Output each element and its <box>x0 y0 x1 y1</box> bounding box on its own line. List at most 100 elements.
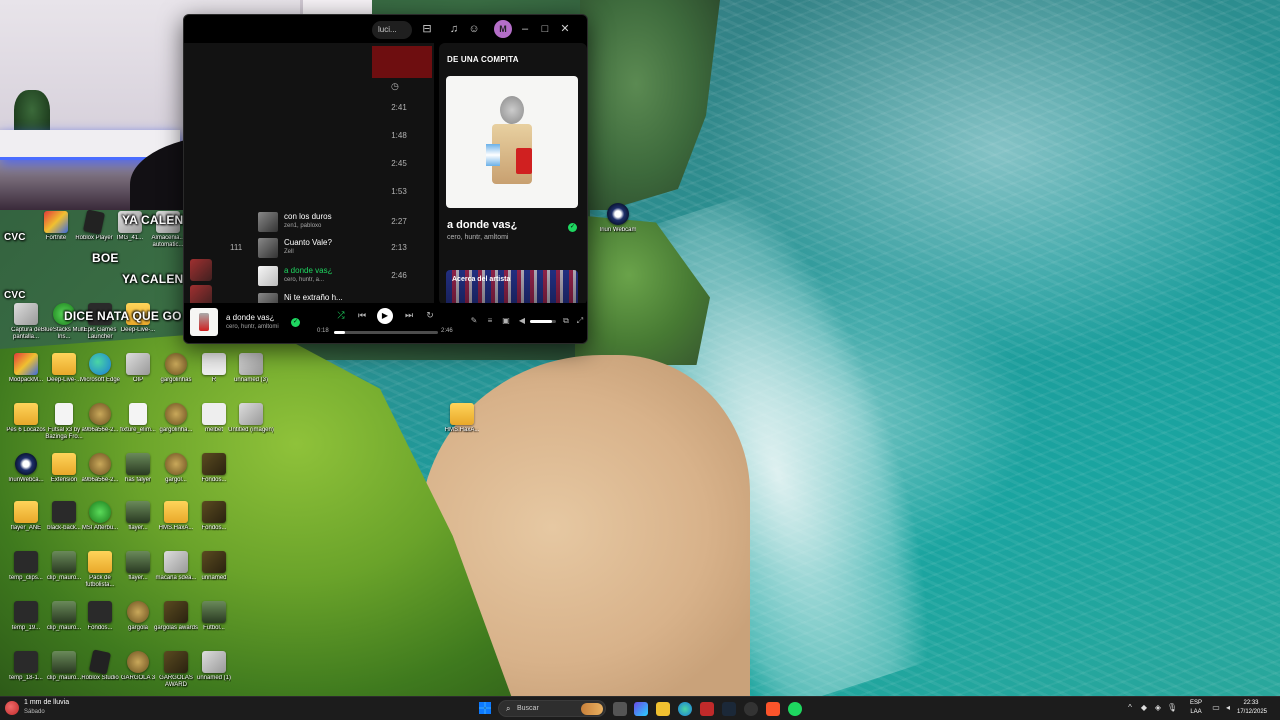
start-button[interactable] <box>479 702 491 714</box>
saved-check-icon[interactable]: ✓ <box>568 223 577 232</box>
player-track-artists[interactable]: cero, huntr, amltomi <box>226 324 279 330</box>
desktop-icon-label: R <box>211 377 217 383</box>
desktop-icon-label: Deep-Live-... <box>120 327 156 333</box>
elapsed-time: 0:18 <box>317 328 329 334</box>
taskbar-search[interactable]: ⌕ Buscar <box>498 700 606 717</box>
desktop-icon-label: flayer... <box>128 525 148 531</box>
track-duration: 2:13 <box>391 243 407 252</box>
spotify-window: luci... ⊟ ♫ ☺ M – □ ✕ ◷ 2:41 1:48 2:45 1… <box>183 14 588 344</box>
char-icon <box>126 551 150 573</box>
volume-icon[interactable]: ◀ <box>516 316 528 325</box>
saved-check-icon[interactable]: ✓ <box>291 318 300 327</box>
copilot-icon[interactable] <box>634 702 648 716</box>
desktop-icon[interactable]: Deep-Live-... <box>112 300 164 352</box>
close-button[interactable]: ✕ <box>558 23 572 35</box>
search-placeholder: Buscar <box>517 705 539 712</box>
connect-device-icon[interactable]: ▣ <box>500 316 512 325</box>
miniplayer-icon[interactable]: ⧉ <box>560 316 572 326</box>
weather-icon[interactable] <box>5 701 19 715</box>
desktop-icon-label: gargol... <box>165 477 187 483</box>
profile-avatar[interactable]: M <box>494 20 512 38</box>
clock-time[interactable]: 22:33 <box>1236 700 1266 706</box>
spotify-icon[interactable] <box>788 702 802 716</box>
language-indicator[interactable]: ESP <box>1185 700 1207 706</box>
previous-icon[interactable]: ⏮ <box>356 310 368 321</box>
weather-day[interactable]: Sábado <box>24 709 45 715</box>
desktop-icon[interactable]: unnamed <box>188 548 240 600</box>
track-row[interactable]: 111 Cuanto Vale? Zell 2:13 <box>184 237 434 259</box>
img-icon <box>164 551 188 573</box>
desktop-icon-label: has falyer <box>124 477 151 483</box>
desktop-icon-label: IMG_41... <box>116 235 144 241</box>
track-duration: 2:45 <box>391 159 407 168</box>
desktop-icon-label: Fondos... <box>201 525 227 531</box>
brave-icon[interactable] <box>766 702 780 716</box>
track-row[interactable]: con los duros zen1, pabloxo 2:27 <box>184 211 434 233</box>
search-input[interactable]: luci... <box>372 21 412 39</box>
language-layout[interactable]: LAA <box>1185 709 1207 715</box>
app-icon[interactable] <box>700 702 714 716</box>
coin-icon <box>89 453 111 475</box>
char-icon <box>52 601 76 623</box>
desktop-icon[interactable]: unnamed (1) <box>188 648 240 700</box>
desktop-icon[interactable]: Iriun Webcam <box>592 200 644 252</box>
fullscreen-icon[interactable]: ⤢ <box>574 316 586 326</box>
network-icon[interactable]: ▭ <box>1211 703 1221 712</box>
now-playing-title[interactable]: a donde vas¿ <box>447 219 517 231</box>
track-thumbnail <box>258 212 278 232</box>
maximize-button[interactable]: □ <box>538 23 552 35</box>
img-icon <box>239 353 263 375</box>
progress-bar[interactable] <box>334 331 438 334</box>
player-bar: a donde vas¿ cero, huntr, amltomi ✓ ⤮ ⏮ … <box>184 303 587 343</box>
search-highlight-image <box>581 703 603 715</box>
notifications-icon[interactable]: ♫ <box>447 23 461 35</box>
friend-activity-icon[interactable]: ☺ <box>467 23 481 35</box>
obs-icon[interactable] <box>744 702 758 716</box>
desktop-icon-label: melbet <box>204 427 223 433</box>
file-icon <box>55 403 73 425</box>
browse-icon[interactable]: ⊟ <box>420 23 434 35</box>
desktop-icon[interactable]: Fondos... <box>188 498 240 550</box>
next-icon[interactable]: ⏭ <box>403 310 415 321</box>
desktop-icon[interactable]: Untitled (imagen) <box>225 400 277 452</box>
track-duration: 1:48 <box>391 131 407 140</box>
desktop-icon-label: flayer... <box>128 575 148 581</box>
desktop-icon[interactable]: HMS.HaxA... <box>436 400 488 452</box>
play-button[interactable]: ▶ <box>377 308 393 324</box>
lyrics-icon[interactable]: ✎ <box>468 316 480 325</box>
track-row-active[interactable]: a donde vas¿ cero, huntr, a... 2:46 <box>184 265 434 287</box>
tray-app-icon[interactable]: ◈ <box>1153 703 1163 712</box>
desktop-icon-label: OIP <box>132 377 144 383</box>
desktop-icon-label: gargola <box>127 625 148 631</box>
dark-icon <box>14 651 38 673</box>
edge-icon[interactable] <box>678 702 692 716</box>
queue-icon[interactable]: ≡ <box>484 316 496 325</box>
track-title: a donde vas¿ <box>284 266 333 275</box>
shuffle-icon[interactable]: ⤮ <box>335 310 347 321</box>
chat-prefix: CVC <box>4 232 26 243</box>
volume-slider[interactable] <box>530 320 556 323</box>
tray-overflow-icon[interactable]: ^ <box>1125 703 1135 712</box>
total-time: 2:46 <box>441 328 453 334</box>
player-track-title[interactable]: a donde vas¿ <box>226 313 274 322</box>
microphone-icon[interactable]: 🎙 <box>1167 703 1177 712</box>
desktop-icon-label: Fondos... <box>201 477 227 483</box>
minimize-button[interactable]: – <box>518 23 532 35</box>
white-icon <box>202 353 226 375</box>
steam-icon[interactable] <box>722 702 736 716</box>
tray-app-icon[interactable]: ◆ <box>1139 703 1149 712</box>
player-thumbnail[interactable] <box>190 308 218 336</box>
desktop-icon[interactable]: Futbol... <box>188 598 240 650</box>
playlist-banner <box>372 46 432 78</box>
desktop-icon[interactable]: Fondos... <box>188 450 240 502</box>
desktop-icon-label: Untitled (imagen) <box>228 427 274 433</box>
now-playing-artists[interactable]: cero, huntr, amltomi <box>447 234 508 241</box>
clock-date[interactable]: 17/12/2025 <box>1234 709 1270 715</box>
repeat-icon[interactable]: ↻ <box>424 310 436 321</box>
task-view-icon[interactable] <box>613 702 627 716</box>
weather-text[interactable]: 1 mm de lluvia <box>24 699 69 706</box>
volume-tray-icon[interactable]: ◂ <box>1223 703 1233 712</box>
file-explorer-icon[interactable] <box>656 702 670 716</box>
chat-line: BOE <box>92 251 119 265</box>
desktop-icon[interactable]: unnamed (3) <box>225 350 277 402</box>
